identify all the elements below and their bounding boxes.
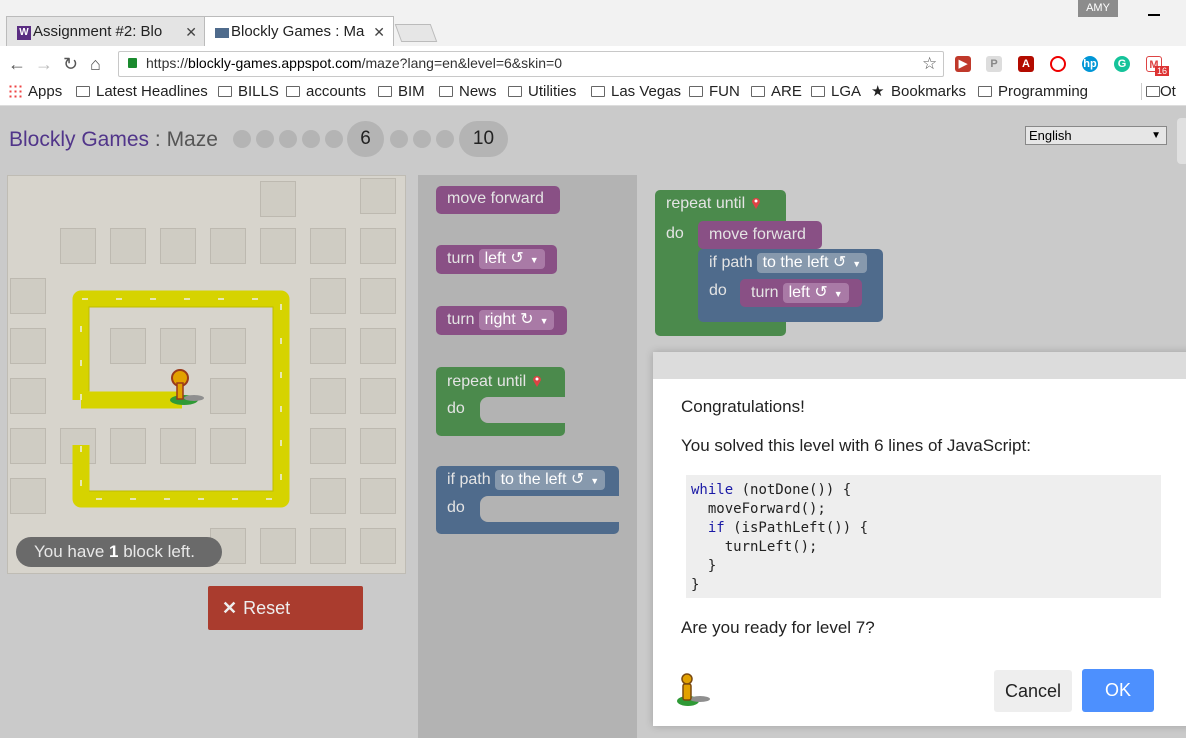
program-move-forward[interactable]: move forward xyxy=(698,221,822,249)
dialog-question: Are you ready for level 7? xyxy=(681,618,875,637)
app-link[interactable]: Blockly Games xyxy=(9,128,149,151)
pegman-icon xyxy=(677,673,710,706)
direction-dropdown[interactable]: left ↺ ▼ xyxy=(782,283,849,303)
folder-icon xyxy=(811,86,825,97)
url-text[interactable]: https://blockly-games.appspot.com/maze?l… xyxy=(146,55,562,71)
page-title: Blockly Games : Maze xyxy=(9,128,218,151)
level-dot[interactable] xyxy=(436,130,454,148)
lock-icon xyxy=(128,58,137,68)
path-dropdown[interactable]: to the left ↺ ▼ xyxy=(494,470,606,490)
reset-button[interactable]: ✕ Reset xyxy=(208,586,363,630)
ext-video-icon[interactable]: ▶ xyxy=(955,56,971,72)
direction-dropdown[interactable]: left ↺ ▼ xyxy=(478,249,545,269)
bookmark-folder[interactable]: Latest Headlines xyxy=(76,83,208,100)
bookmark-folder[interactable]: FUN xyxy=(689,83,740,100)
cancel-button[interactable]: Cancel xyxy=(994,670,1072,712)
close-icon[interactable]: ✕ xyxy=(185,24,197,41)
forward-icon[interactable]: → xyxy=(35,54,53,75)
if-path-block[interactable]: if path to the left ↺ ▼ do xyxy=(436,466,620,534)
move-forward-block[interactable]: move forward xyxy=(436,186,560,214)
dialog-heading: Congratulations! xyxy=(681,397,805,416)
folder-icon xyxy=(978,86,992,97)
level-dot[interactable] xyxy=(302,130,320,148)
ext-p-icon[interactable]: P xyxy=(986,56,1002,72)
current-level[interactable]: 6 xyxy=(347,121,384,157)
max-level[interactable]: 10 xyxy=(459,121,508,157)
dropdown-arrow-icon: ▼ xyxy=(1151,130,1161,141)
tab-assignment[interactable]: W Assignment #2: Blo ✕ xyxy=(6,16,206,46)
level-dot[interactable] xyxy=(256,130,274,148)
folder-icon xyxy=(751,86,765,97)
bookmark-star-icon[interactable]: ☆ xyxy=(922,54,937,74)
bookmark-folder[interactable]: BILLS xyxy=(218,83,279,100)
direction-dropdown[interactable]: right ↻ ▼ xyxy=(478,310,555,330)
bookmark-apps[interactable]: Apps xyxy=(8,83,62,100)
code-block: while (notDone()) { moveForward(); if (i… xyxy=(686,475,1161,598)
map-pin-icon xyxy=(533,376,542,387)
ext-opera-icon[interactable] xyxy=(1050,56,1066,72)
folder-icon xyxy=(439,86,453,97)
apps-icon xyxy=(8,84,22,98)
folder-icon xyxy=(218,86,232,97)
dialog-title-bar[interactable] xyxy=(653,352,1186,379)
ext-hp-icon[interactable]: hp xyxy=(1082,56,1098,72)
star-icon: ★ xyxy=(871,83,885,100)
home-icon[interactable]: ⌂ xyxy=(90,54,101,75)
bookmark-folder[interactable]: Programming xyxy=(978,83,1088,100)
bookmark-folder[interactable]: ARE xyxy=(751,83,802,100)
blocks-left-toast: You have 1 block left. xyxy=(16,537,222,567)
level-dot[interactable] xyxy=(413,130,431,148)
level-dot[interactable] xyxy=(279,130,297,148)
turn-left-block[interactable]: turn left ↺ ▼ xyxy=(436,245,557,274)
folder-icon xyxy=(591,86,605,97)
dialog-message: You solved this level with 6 lines of Ja… xyxy=(681,436,1031,455)
minimize-icon[interactable] xyxy=(1148,14,1160,16)
back-icon[interactable]: ← xyxy=(8,54,26,75)
tab-title: Blockly Games : Ma xyxy=(231,23,365,40)
bookmark-folder[interactable]: BIM xyxy=(378,83,425,100)
folder-icon xyxy=(76,86,90,97)
level-dot[interactable] xyxy=(325,130,343,148)
program-turn-left[interactable]: turn left ↺ ▼ xyxy=(740,279,862,307)
gmail-badge: 16 xyxy=(1155,66,1170,76)
bookmark-folder[interactable]: News xyxy=(439,83,497,100)
level-dot[interactable] xyxy=(390,130,408,148)
folder-icon xyxy=(508,86,522,97)
bookmark-folder[interactable]: accounts xyxy=(286,83,366,100)
side-tab[interactable] xyxy=(1177,118,1186,164)
level-dot[interactable] xyxy=(233,130,251,148)
language-select[interactable]: English ▼ xyxy=(1025,126,1167,145)
repeat-until-block[interactable]: repeat until do xyxy=(436,367,570,436)
new-tab-button[interactable] xyxy=(394,24,438,42)
bookmark-folder[interactable]: Las Vegas xyxy=(591,83,681,100)
bookmark-folder[interactable]: Utilities xyxy=(508,83,576,100)
path-dropdown[interactable]: to the left ↺ ▼ xyxy=(756,253,868,273)
folder-icon xyxy=(689,86,703,97)
close-icon[interactable]: ✕ xyxy=(373,24,385,41)
folder-icon xyxy=(378,86,392,97)
ok-button[interactable]: OK xyxy=(1082,669,1154,712)
folder-icon xyxy=(286,86,300,97)
folder-icon xyxy=(1146,86,1160,97)
close-icon: ✕ xyxy=(222,598,238,618)
bookmark-folder[interactable]: Ot xyxy=(1141,83,1176,100)
tab-title: Assignment #2: Blo xyxy=(33,23,163,40)
ext-grammarly-icon[interactable]: G xyxy=(1114,56,1130,72)
pegman-icon xyxy=(170,369,204,405)
turn-right-block[interactable]: turn right ↻ ▼ xyxy=(436,306,567,335)
ext-pdf-icon[interactable]: A xyxy=(1018,56,1034,72)
bookmark-folder[interactable]: LGA xyxy=(811,83,861,100)
reload-icon[interactable]: ↻ xyxy=(63,54,78,75)
user-badge[interactable]: AMY xyxy=(1078,0,1118,17)
bookmark-star[interactable]: ★ Bookmarks xyxy=(871,83,966,100)
map-pin-icon xyxy=(752,198,761,209)
w-icon: W xyxy=(17,26,31,40)
puzzle-icon xyxy=(215,28,229,38)
tab-blockly[interactable]: Blockly Games : Ma ✕ xyxy=(204,16,394,46)
